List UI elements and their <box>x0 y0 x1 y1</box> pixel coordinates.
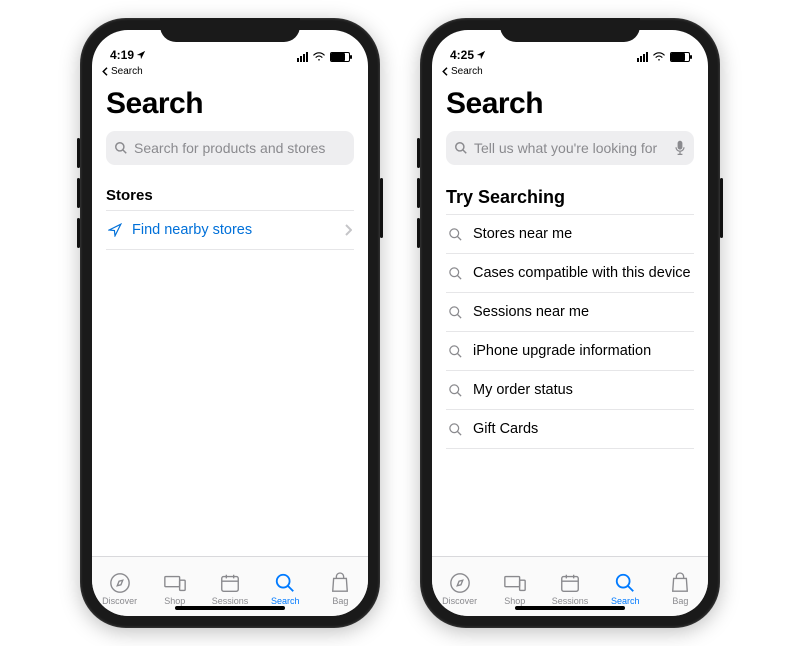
tab-label: Bag <box>332 596 348 606</box>
location-arrow-icon <box>108 223 122 237</box>
suggestion-row[interactable]: iPhone upgrade information <box>446 332 694 371</box>
tab-bag[interactable]: Bag <box>653 557 708 616</box>
content-area: Search Tell us what you're looking for T… <box>432 77 708 556</box>
tab-label: Discover <box>442 596 477 606</box>
calendar-icon <box>219 572 241 594</box>
screen: 4:25 Search Search Tell us what you're l… <box>432 30 708 616</box>
screen: 4:19 Search Search Search for products a… <box>92 30 368 616</box>
search-icon <box>454 141 468 155</box>
search-placeholder: Search for products and stores <box>134 140 325 156</box>
suggestion-row[interactable]: Cases compatible with this device <box>446 254 694 293</box>
search-icon <box>448 422 463 437</box>
signal-icon <box>297 52 308 62</box>
compass-icon <box>449 572 471 594</box>
tab-label: Bag <box>672 596 688 606</box>
tab-bag[interactable]: Bag <box>313 557 368 616</box>
search-icon <box>614 572 636 594</box>
wifi-icon <box>652 52 666 62</box>
search-icon <box>274 572 296 594</box>
notch <box>500 18 640 42</box>
tab-label: Sessions <box>552 596 589 606</box>
bag-icon <box>330 572 350 594</box>
row-label: Gift Cards <box>473 421 538 437</box>
row-label: Stores near me <box>473 226 572 242</box>
chevron-left-icon <box>442 67 449 76</box>
status-time: 4:25 <box>450 48 474 62</box>
search-icon <box>448 227 463 242</box>
row-label: Find nearby stores <box>132 222 252 238</box>
row-label: Cases compatible with this device <box>473 265 691 281</box>
content-area: Search Search for products and stores St… <box>92 77 368 556</box>
phone-frame-left: 4:19 Search Search Search for products a… <box>80 18 380 628</box>
phone-frame-right: 4:25 Search Search Tell us what you're l… <box>420 18 720 628</box>
devices-icon <box>503 572 527 594</box>
suggestion-row[interactable]: Gift Cards <box>446 410 694 449</box>
tab-label: Sessions <box>212 596 249 606</box>
battery-icon <box>330 52 350 62</box>
page-title: Search <box>106 87 354 121</box>
back-label: Search <box>451 66 483 77</box>
back-to-app[interactable]: Search <box>432 64 708 77</box>
row-label: iPhone upgrade information <box>473 343 651 359</box>
tab-label: Shop <box>164 596 185 606</box>
battery-icon <box>670 52 690 62</box>
tab-label: Search <box>611 596 640 606</box>
search-icon <box>448 266 463 281</box>
mic-icon[interactable] <box>674 140 686 156</box>
find-nearby-stores-row[interactable]: Find nearby stores <box>106 210 354 250</box>
section-header: Stores <box>106 187 354 204</box>
back-label: Search <box>111 66 143 77</box>
location-arrow-icon <box>476 50 486 60</box>
suggestion-row[interactable]: My order status <box>446 371 694 410</box>
status-time: 4:19 <box>110 48 134 62</box>
tab-discover[interactable]: Discover <box>92 557 147 616</box>
back-to-app[interactable]: Search <box>92 64 368 77</box>
chevron-left-icon <box>102 67 109 76</box>
devices-icon <box>163 572 187 594</box>
search-input[interactable]: Tell us what you're looking for <box>446 131 694 165</box>
bag-icon <box>670 572 690 594</box>
search-icon <box>448 344 463 359</box>
location-arrow-icon <box>136 50 146 60</box>
home-indicator[interactable] <box>515 606 625 610</box>
search-input[interactable]: Search for products and stores <box>106 131 354 165</box>
notch <box>160 18 300 42</box>
chevron-right-icon <box>344 224 352 236</box>
wifi-icon <box>312 52 326 62</box>
home-indicator[interactable] <box>175 606 285 610</box>
row-label: Sessions near me <box>473 304 589 320</box>
section-header: Try Searching <box>446 187 694 208</box>
tab-discover[interactable]: Discover <box>432 557 487 616</box>
compass-icon <box>109 572 131 594</box>
tab-label: Shop <box>504 596 525 606</box>
search-placeholder: Tell us what you're looking for <box>474 140 657 156</box>
search-icon <box>114 141 128 155</box>
suggestion-row[interactable]: Stores near me <box>446 214 694 254</box>
row-label: My order status <box>473 382 573 398</box>
page-title: Search <box>446 87 694 121</box>
search-icon <box>448 383 463 398</box>
suggestion-row[interactable]: Sessions near me <box>446 293 694 332</box>
tab-label: Search <box>271 596 300 606</box>
search-icon <box>448 305 463 320</box>
calendar-icon <box>559 572 581 594</box>
tab-label: Discover <box>102 596 137 606</box>
signal-icon <box>637 52 648 62</box>
